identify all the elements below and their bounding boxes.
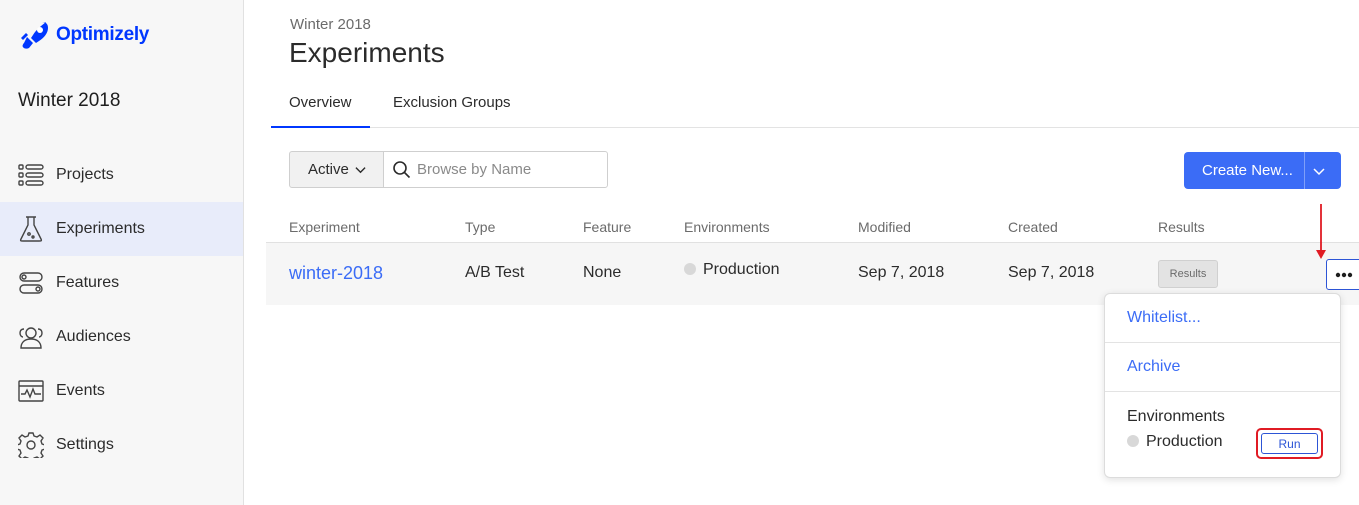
rocket-logo-icon [21, 22, 48, 49]
annotation-arrow-icon [1316, 204, 1326, 259]
menu-item-archive[interactable]: Archive [1105, 343, 1340, 392]
column-header-feature[interactable]: Feature [583, 219, 631, 235]
experiment-feature: None [583, 264, 622, 281]
tab-exclusion-groups[interactable]: Exclusion Groups [375, 84, 529, 128]
create-new-button[interactable]: Create New... [1184, 152, 1341, 189]
experiment-name-link[interactable]: winter-2018 [289, 263, 383, 284]
menu-item-whitelist[interactable]: Whitelist... [1105, 294, 1340, 343]
chevron-down-icon[interactable] [1313, 165, 1325, 177]
chevron-down-icon [355, 167, 366, 174]
create-new-label: Create New... [1202, 162, 1293, 179]
menu-environments-title: Environments [1127, 408, 1225, 425]
sidebar-item-features[interactable]: Features [0, 256, 243, 310]
run-button[interactable]: Run [1261, 433, 1318, 454]
modified-date: Sep 7, 2018 [858, 264, 945, 281]
sidebar-item-label: Audiences [56, 328, 131, 345]
sidebar-item-label: Settings [56, 436, 114, 453]
sidebar-item-audiences[interactable]: Audiences [0, 310, 243, 364]
ellipsis-icon [1335, 272, 1353, 277]
sidebar-item-label: Projects [56, 166, 114, 183]
sidebar-item-projects[interactable]: Projects [0, 148, 243, 202]
sidebar-item-label: Features [56, 274, 120, 291]
column-header-results: Results [1158, 219, 1205, 235]
run-button-highlight: Run [1256, 428, 1323, 459]
brand-name: Optimizely [56, 24, 150, 45]
tab-bar: Overview Exclusion Groups [271, 84, 1359, 128]
sidebar-item-events[interactable]: Events [0, 364, 243, 418]
tab-overview[interactable]: Overview [271, 84, 370, 128]
search-input[interactable] [417, 161, 597, 178]
pulse-icon [18, 378, 44, 404]
search-icon [393, 161, 411, 179]
button-divider [1304, 152, 1305, 189]
search-box [383, 151, 608, 188]
table-header: Experiment Type Feature Environments Mod… [266, 210, 1359, 243]
column-header-experiment[interactable]: Experiment [289, 219, 360, 235]
sidebar-nav: Projects Experiments Features Audiences … [0, 148, 243, 472]
sidebar-item-label: Experiments [56, 220, 145, 237]
more-actions-button[interactable] [1326, 259, 1359, 290]
column-header-type[interactable]: Type [465, 219, 495, 235]
toggle-icon [18, 270, 44, 296]
main-content: Winter 2018 Experiments Overview Exclusi… [244, 0, 1359, 505]
sidebar-item-label: Events [56, 382, 105, 399]
app-window: Optimizely Winter 2018 Projects Experime… [0, 0, 1359, 505]
column-header-environments: Environments [684, 219, 770, 235]
environment-status: Production [684, 261, 780, 279]
users-icon [18, 324, 44, 350]
menu-environment-name: Production [1146, 433, 1223, 450]
flask-icon [18, 216, 44, 242]
list-icon [18, 162, 44, 188]
page-title: Experiments [289, 37, 445, 68]
experiment-type: A/B Test [465, 264, 525, 281]
status-filter-dropdown[interactable]: Active [289, 151, 384, 188]
actions-dropdown-menu: Whitelist... Archive Environments Produc… [1104, 293, 1341, 478]
menu-environment-status: Production [1127, 433, 1223, 451]
environment-name: Production [703, 261, 780, 278]
status-dot-icon [684, 263, 696, 275]
project-name: Winter 2018 [18, 90, 121, 111]
sidebar: Optimizely Winter 2018 Projects Experime… [0, 0, 244, 505]
results-button[interactable]: Results [1158, 260, 1218, 288]
brand-logo[interactable]: Optimizely [18, 18, 149, 52]
sidebar-item-experiments[interactable]: Experiments [0, 202, 243, 256]
breadcrumb[interactable]: Winter 2018 [290, 16, 371, 33]
column-header-modified[interactable]: Modified [858, 219, 911, 235]
created-date: Sep 7, 2018 [1008, 264, 1095, 281]
sidebar-item-settings[interactable]: Settings [0, 418, 243, 472]
column-header-created[interactable]: Created [1008, 219, 1058, 235]
status-dot-icon [1127, 435, 1139, 447]
gear-icon [18, 432, 44, 458]
status-filter-value: Active [308, 161, 349, 178]
